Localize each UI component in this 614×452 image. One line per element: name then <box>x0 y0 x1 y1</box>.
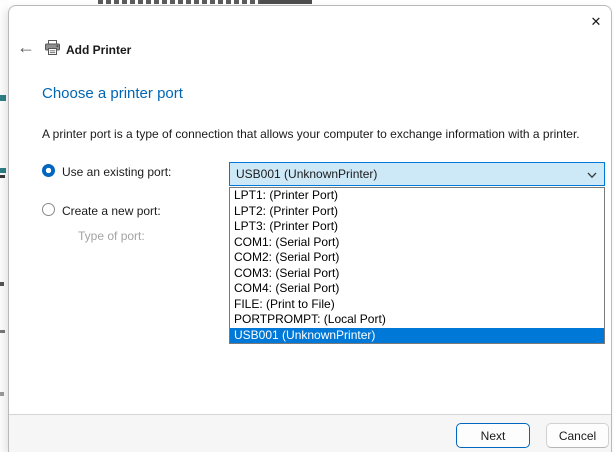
cancel-button[interactable]: Cancel <box>546 423 609 448</box>
background-window-fragment <box>260 0 312 4</box>
back-button[interactable]: ← <box>15 36 37 58</box>
background-window-fragment <box>0 330 5 333</box>
close-icon[interactable]: ✕ <box>583 9 609 35</box>
radio-create-new-port-label[interactable]: Create a new port: <box>62 204 161 218</box>
background-window-edge <box>0 0 8 452</box>
background-window-fragment <box>0 95 6 101</box>
list-item[interactable]: LPT1: (Printer Port) <box>230 188 604 204</box>
screen: ✕ ← Add Printer Choose a printer port A … <box>0 0 614 452</box>
background-window-fragment <box>0 175 5 178</box>
next-button[interactable]: Next <box>456 423 530 448</box>
list-item[interactable]: PORTPROMPT: (Local Port) <box>230 312 604 328</box>
background-window-fragment <box>0 168 6 173</box>
list-item[interactable]: LPT2: (Printer Port) <box>230 204 604 220</box>
type-of-port-label: Type of port: <box>78 229 145 243</box>
dialog-title: Add Printer <box>66 43 131 57</box>
port-combobox[interactable]: USB001 (UnknownPrinter) <box>229 162 605 186</box>
list-item[interactable]: COM1: (Serial Port) <box>230 235 604 251</box>
radio-use-existing-port[interactable] <box>42 164 55 177</box>
list-item-selected[interactable]: USB001 (UnknownPrinter) <box>230 328 604 344</box>
add-printer-dialog: ✕ ← Add Printer Choose a printer port A … <box>8 5 612 452</box>
list-item[interactable]: COM2: (Serial Port) <box>230 250 604 266</box>
background-window-fragment <box>98 0 260 4</box>
radio-create-new-port[interactable] <box>42 203 55 216</box>
list-item[interactable]: COM4: (Serial Port) <box>230 281 604 297</box>
list-item[interactable]: FILE: (Print to File) <box>230 297 604 313</box>
chevron-down-icon <box>586 168 598 180</box>
list-item[interactable]: LPT3: (Printer Port) <box>230 219 604 235</box>
background-window-fragment <box>0 282 4 286</box>
description-text: A printer port is a type of connection t… <box>42 127 580 141</box>
background-window-fragment <box>0 392 4 396</box>
page-title: Choose a printer port <box>42 85 183 102</box>
dialog-footer: Next Cancel <box>9 414 611 452</box>
port-combobox-value: USB001 (UnknownPrinter) <box>236 167 586 181</box>
radio-use-existing-port-label[interactable]: Use an existing port: <box>62 165 171 179</box>
list-item[interactable]: COM3: (Serial Port) <box>230 266 604 282</box>
printer-icon <box>44 39 61 56</box>
port-dropdown-list: LPT1: (Printer Port) LPT2: (Printer Port… <box>229 187 605 344</box>
